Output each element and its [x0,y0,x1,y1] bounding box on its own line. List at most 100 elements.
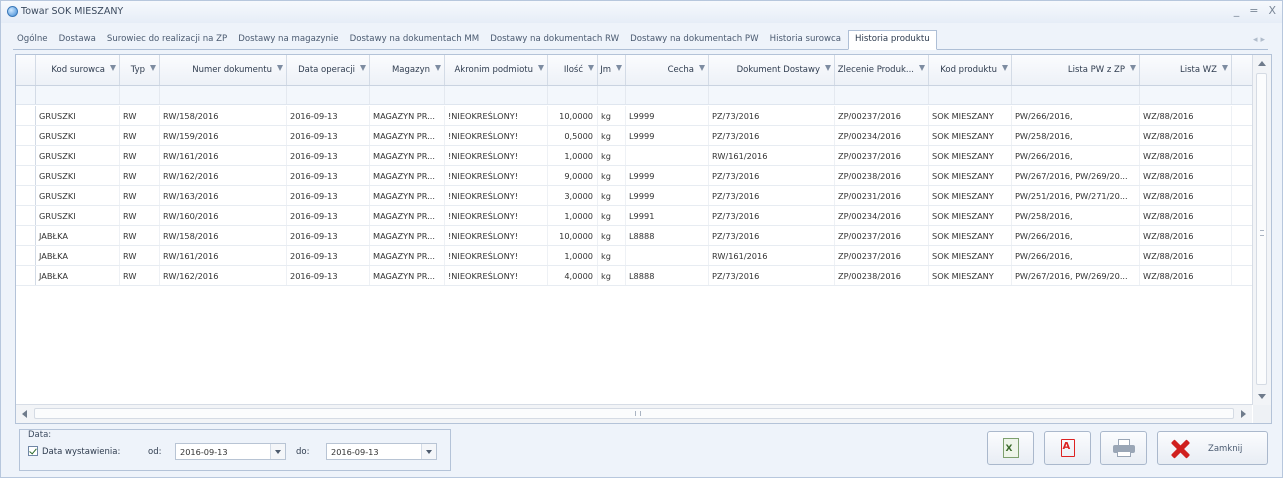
table-cell[interactable]: PZ/73/2016 [709,266,835,285]
scroll-right-icon[interactable] [1241,410,1246,418]
table-cell[interactable]: 2016-09-13 [287,166,370,185]
table-cell[interactable]: RW/161/2016 [160,146,287,165]
table-cell[interactable]: 2016-09-13 [287,206,370,225]
table-cell[interactable]: 2016-09-13 [287,226,370,245]
maximize-button[interactable]: = [1249,4,1258,17]
filter-icon[interactable] [110,65,116,71]
table-row[interactable]: GRUSZKI RW RW/160/2016 2016-09-13 MAGAZYN PR… [16,206,1252,226]
chevron-down-icon[interactable] [421,444,436,459]
table-row[interactable]: JABŁKA RW RW/162/2016 2016-09-13 MAGAZYN PR.… [16,266,1252,286]
table-cell[interactable]: L9999 [626,126,709,145]
table-cell[interactable]: 10,0000 [548,106,598,125]
filter-icon[interactable] [277,65,283,71]
table-cell[interactable]: WZ/88/2016 [1140,266,1232,285]
table-cell[interactable]: GRUSZKI [36,166,120,185]
table-cell[interactable]: WZ/88/2016 [1140,226,1232,245]
table-cell[interactable]: MAGAZYN PR... [370,146,445,165]
table-cell[interactable]: RW/158/2016 [160,106,287,125]
table-cell[interactable]: SOK MIESZANY [929,106,1012,125]
table-cell[interactable]: 2016-09-13 [287,246,370,265]
table-cell[interactable]: 0,5000 [548,126,598,145]
table-cell[interactable]: ZP/00231/2016 [835,186,929,205]
horizontal-scrollbar[interactable] [16,404,1252,423]
filter-cell[interactable] [287,86,370,104]
column-header[interactable]: Magazyn [370,55,445,85]
table-cell[interactable]: !NIEOKREŚLONY! [445,106,548,125]
row-indicator[interactable] [16,246,36,265]
column-header[interactable]: Cecha [626,55,709,85]
table-cell[interactable]: RW/162/2016 [160,166,287,185]
table-cell[interactable]: ZP/00234/2016 [835,206,929,225]
filter-icon[interactable] [150,65,156,71]
table-cell[interactable]: RW [120,126,160,145]
table-cell[interactable]: 1,0000 [548,206,598,225]
close-window-button[interactable]: X [1268,4,1276,17]
table-cell[interactable]: 2016-09-13 [287,266,370,285]
filter-icon[interactable] [699,65,705,71]
date-to-picker[interactable]: 2016-09-13 [326,443,437,460]
table-cell[interactable]: SOK MIESZANY [929,166,1012,185]
filter-cell[interactable] [929,86,1012,104]
table-cell[interactable]: RW [120,206,160,225]
table-cell[interactable]: WZ/88/2016 [1140,106,1232,125]
table-cell[interactable]: SOK MIESZANY [929,146,1012,165]
print-button[interactable] [1100,431,1147,465]
row-indicator[interactable] [16,106,36,125]
table-cell[interactable]: RW/161/2016 [160,246,287,265]
table-cell[interactable] [626,146,709,165]
table-cell[interactable]: RW/163/2016 [160,186,287,205]
table-cell[interactable]: WZ/88/2016 [1140,166,1232,185]
filter-icon[interactable] [435,65,441,71]
filter-icon[interactable] [616,65,622,71]
table-cell[interactable]: RW [120,106,160,125]
tab-dostawy-rw[interactable]: Dostawy na dokumentach RW [486,34,626,49]
table-cell[interactable]: PZ/73/2016 [709,186,835,205]
scroll-up-icon[interactable] [1258,61,1266,66]
table-cell[interactable]: RW/162/2016 [160,266,287,285]
table-cell[interactable]: kg [598,266,626,285]
table-cell[interactable]: ZP/00237/2016 [835,146,929,165]
row-indicator[interactable] [16,206,36,225]
table-cell[interactable]: GRUSZKI [36,106,120,125]
filter-cell[interactable] [709,86,835,104]
column-header[interactable]: Ilość [548,55,598,85]
table-cell[interactable]: L9999 [626,106,709,125]
table-cell[interactable]: RW [120,266,160,285]
table-cell[interactable]: RW/159/2016 [160,126,287,145]
table-cell[interactable]: GRUSZKI [36,186,120,205]
filter-cell[interactable] [835,86,929,104]
filter-icon[interactable] [1130,65,1136,71]
table-cell[interactable]: JABŁKA [36,226,120,245]
table-cell[interactable]: !NIEOKREŚLONY! [445,166,548,185]
filter-icon[interactable] [825,65,831,71]
table-cell[interactable]: RW [120,186,160,205]
table-cell[interactable]: kg [598,246,626,265]
table-cell[interactable]: 3,0000 [548,186,598,205]
table-cell[interactable]: JABŁKA [36,266,120,285]
column-header[interactable]: Numer dokumentu [160,55,287,85]
scroll-left-icon[interactable] [22,410,27,418]
row-indicator[interactable] [16,146,36,165]
table-cell[interactable]: 9,0000 [548,166,598,185]
table-row[interactable]: GRUSZKI RW RW/159/2016 2016-09-13 MAGAZYN PR… [16,126,1252,146]
table-cell[interactable]: PZ/73/2016 [709,106,835,125]
table-cell[interactable]: kg [598,126,626,145]
table-cell[interactable] [626,246,709,265]
table-cell[interactable]: MAGAZYN PR... [370,246,445,265]
table-cell[interactable]: !NIEOKREŚLONY! [445,186,548,205]
table-cell[interactable]: WZ/88/2016 [1140,206,1232,225]
column-header[interactable]: Zlecenie Produk... [835,55,929,85]
table-cell[interactable]: !NIEOKREŚLONY! [445,266,548,285]
table-cell[interactable]: RW [120,146,160,165]
table-cell[interactable]: PZ/73/2016 [709,206,835,225]
filter-icon[interactable] [1002,65,1008,71]
column-header[interactable]: Data operacji [287,55,370,85]
table-cell[interactable]: 2016-09-13 [287,126,370,145]
column-header[interactable]: Lista PW z ZP [1012,55,1140,85]
table-cell[interactable]: JABŁKA [36,246,120,265]
table-cell[interactable]: 1,0000 [548,146,598,165]
table-cell[interactable]: PW/258/2016, [1012,206,1140,225]
tab-dostawy-magazyn[interactable]: Dostawy na magazynie [234,34,345,49]
filter-icon[interactable] [538,65,544,71]
table-cell[interactable]: RW/161/2016 [709,246,835,265]
